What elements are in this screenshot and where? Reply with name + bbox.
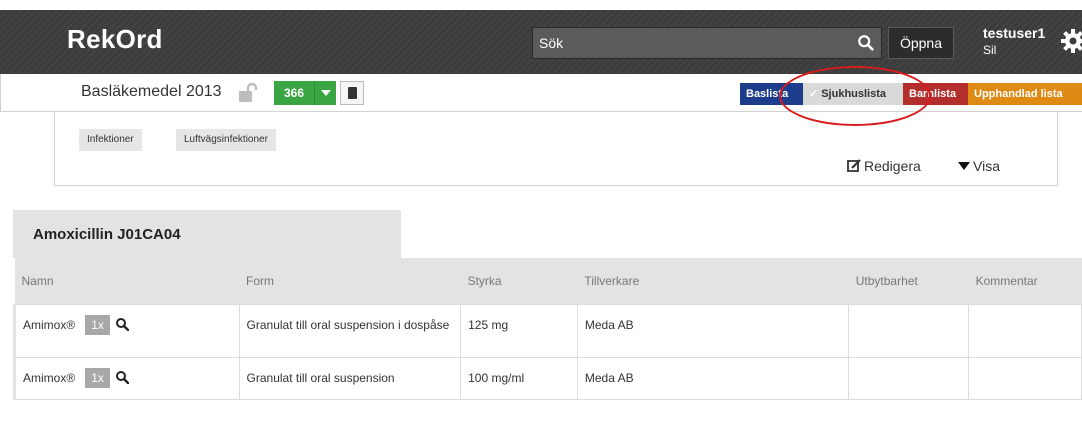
table-row[interactable]: Amimox® 1x Granulat till oral suspension … bbox=[13, 303, 1082, 358]
dose-badge[interactable]: 1x bbox=[85, 314, 110, 335]
category-tag[interactable]: Infektioner bbox=[79, 129, 142, 151]
cell-form: Granulat till oral suspension bbox=[238, 356, 462, 400]
column-header-form[interactable]: Form bbox=[239, 258, 461, 304]
edit-label: Redigera bbox=[864, 158, 921, 174]
cell-name: Amimox® 1x bbox=[13, 303, 240, 358]
drug-header-tab: Amoxicillin J01CA04 bbox=[13, 210, 401, 258]
category-tag[interactable]: Luftvägsinfektioner bbox=[176, 129, 276, 151]
search-icon[interactable] bbox=[857, 34, 875, 52]
column-header-utbytbarhet[interactable]: Utbytbarhet bbox=[848, 258, 969, 304]
search-icon[interactable] bbox=[115, 370, 129, 384]
gear-icon[interactable] bbox=[1060, 28, 1082, 54]
edit-icon bbox=[847, 159, 861, 172]
list-type-tabs: Baslista ✓ Sjukhuslista Barnlista Upphand… bbox=[740, 83, 1082, 105]
search-input[interactable] bbox=[533, 28, 881, 58]
list-count: 366 bbox=[283, 86, 305, 100]
top-header: RekOrd Öppna testuser1 Sil bbox=[0, 10, 1082, 74]
list-bar: Basläkemedel 2013 366 Baslista ✓ Sjukhusl… bbox=[0, 74, 1082, 112]
dose-badge[interactable]: 1x bbox=[85, 367, 110, 388]
chevron-down-icon bbox=[314, 81, 336, 105]
tab-upphandlad-lista[interactable]: Upphandlad lista bbox=[968, 83, 1082, 105]
app-logo[interactable]: RekOrd bbox=[67, 24, 163, 55]
search-icon[interactable] bbox=[115, 317, 129, 331]
open-button[interactable]: Öppna bbox=[888, 27, 954, 59]
caret-down-icon bbox=[958, 162, 970, 170]
check-icon: ✓ bbox=[809, 88, 819, 100]
edit-link[interactable]: Redigera bbox=[847, 158, 921, 174]
column-header-namn[interactable]: Namn bbox=[14, 258, 240, 304]
cell-comment bbox=[968, 356, 1082, 400]
cell-interchangeability bbox=[848, 303, 970, 358]
product-name[interactable]: Amimox® bbox=[23, 318, 75, 332]
table-header-row: Namn Form Styrka Tillverkare Utbytbarhet… bbox=[14, 258, 1082, 304]
cell-interchangeability bbox=[848, 356, 970, 400]
cell-name: Amimox® 1x bbox=[13, 356, 240, 400]
drug-table: Namn Form Styrka Tillverkare Utbytbarhet… bbox=[13, 258, 1082, 400]
cell-strength: 100 mg/ml bbox=[460, 356, 578, 400]
book-icon bbox=[348, 87, 357, 99]
book-button[interactable] bbox=[340, 81, 364, 105]
cell-comment bbox=[968, 303, 1082, 358]
product-name[interactable]: Amimox® bbox=[23, 371, 75, 385]
drug-title: Amoxicillin J01CA04 bbox=[33, 226, 181, 243]
cell-manufacturer: Meda AB bbox=[576, 303, 850, 358]
list-title: Basläkemedel 2013 bbox=[81, 83, 222, 100]
table-row[interactable]: Amimox® 1x Granulat till oral suspension … bbox=[13, 356, 1082, 400]
user-name[interactable]: testuser1 bbox=[983, 25, 1045, 41]
user-organization: Sil bbox=[983, 43, 997, 57]
tab-baslista[interactable]: Baslista bbox=[740, 83, 803, 105]
search-box bbox=[532, 27, 882, 59]
info-panel: Infektioner Luftvägsinfektioner Redigera… bbox=[54, 112, 1058, 186]
show-toggle[interactable]: Visa bbox=[958, 158, 1000, 174]
column-header-tillverkare[interactable]: Tillverkare bbox=[577, 258, 849, 304]
list-count-dropdown[interactable]: 366 bbox=[274, 81, 336, 105]
cell-form: Granulat till oral suspension i dospåse bbox=[238, 303, 462, 358]
cell-manufacturer: Meda AB bbox=[576, 356, 850, 400]
column-header-styrka[interactable]: Styrka bbox=[460, 258, 578, 304]
tab-barnlista[interactable]: Barnlista bbox=[903, 83, 968, 105]
tab-sjukhuslista[interactable]: ✓ Sjukhuslista bbox=[803, 83, 903, 105]
cell-strength: 125 mg bbox=[460, 303, 578, 358]
column-header-kommentar[interactable]: Kommentar bbox=[968, 258, 1082, 304]
unlock-icon[interactable] bbox=[238, 82, 258, 104]
show-label: Visa bbox=[973, 158, 1000, 174]
tab-sjukhuslista-label: Sjukhuslista bbox=[821, 88, 887, 100]
